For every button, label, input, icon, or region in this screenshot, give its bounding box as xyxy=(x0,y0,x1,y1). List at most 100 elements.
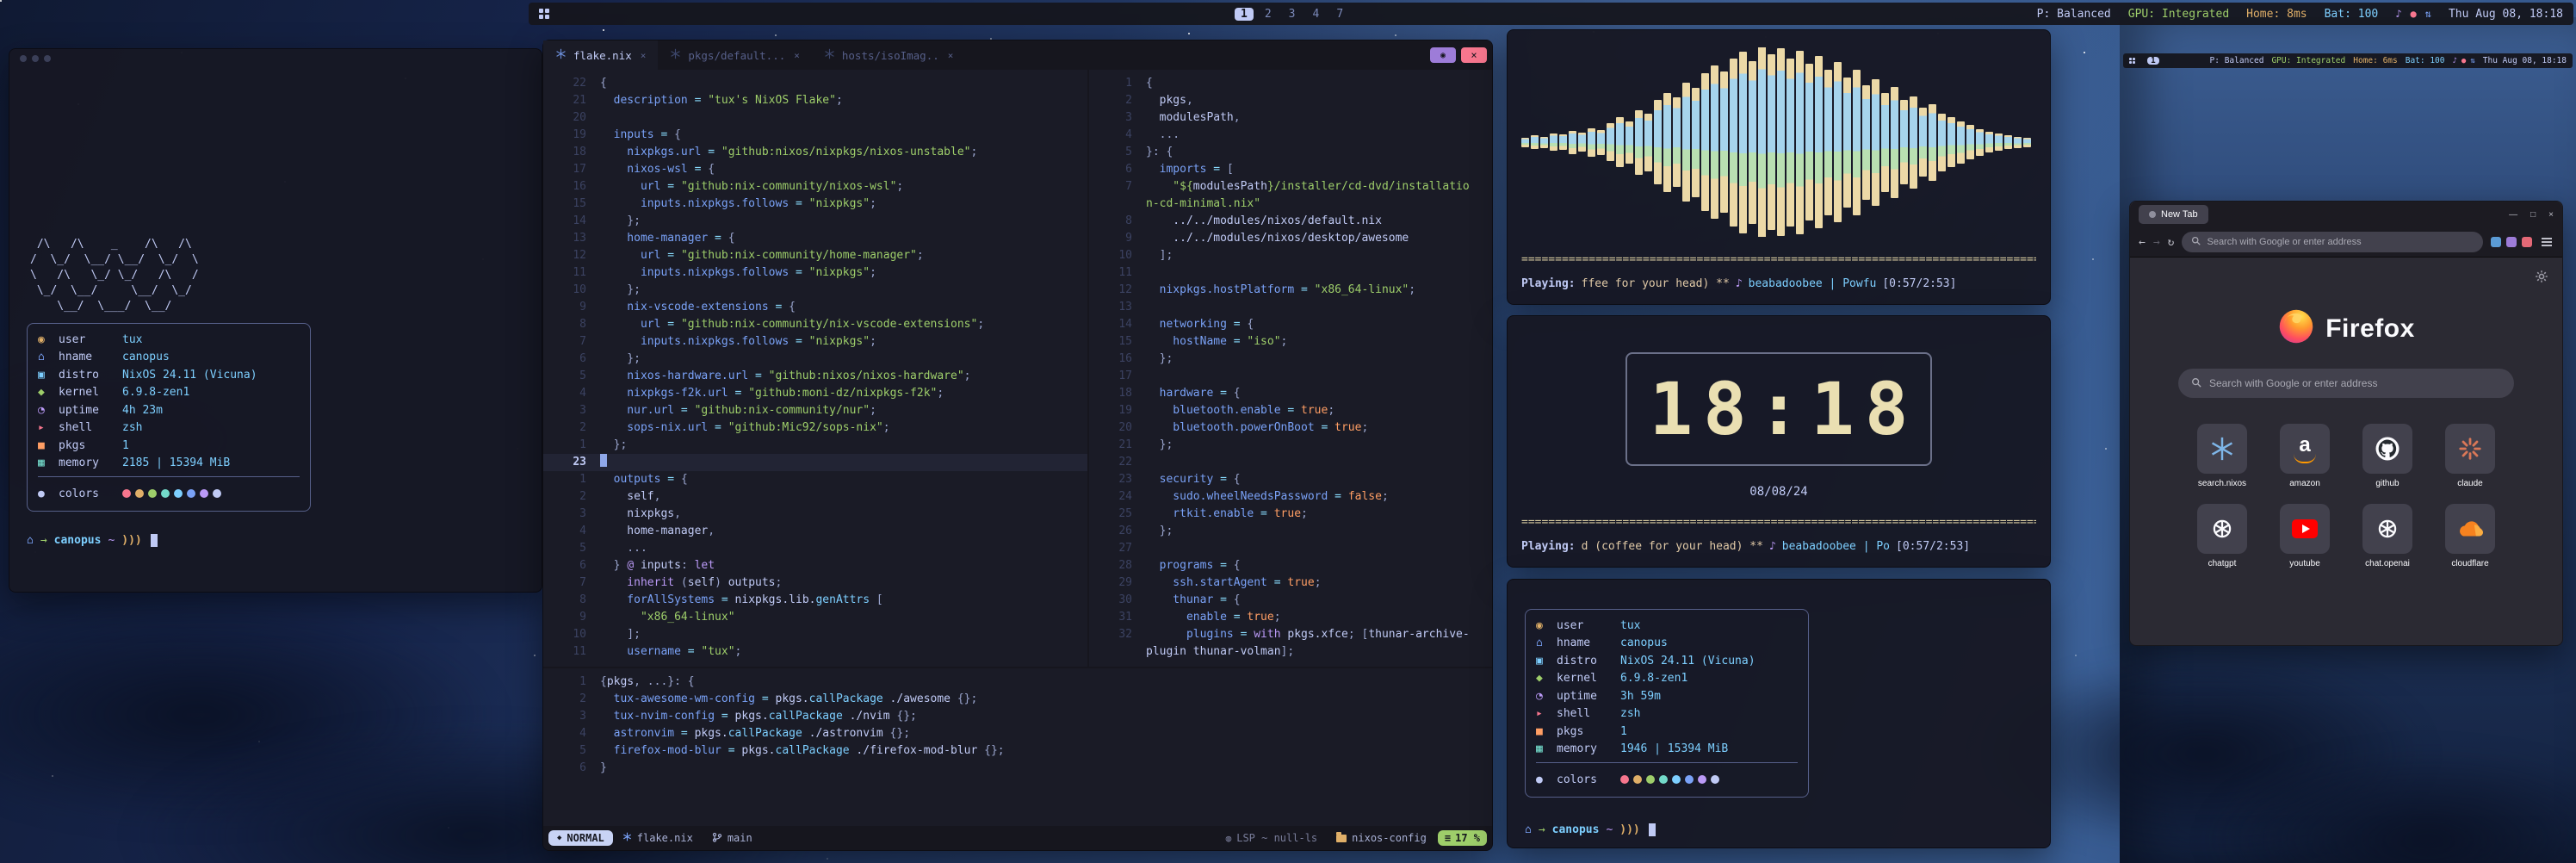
code-line: 8 forAllSystems = nixpkgs.lib.genAttrs [ xyxy=(543,592,1087,609)
visualizer-bar xyxy=(1805,64,1813,220)
network-icon[interactable]: ⇅ xyxy=(2470,57,2474,65)
lines-icon: ≡ xyxy=(1445,832,1451,844)
shortcut-claude[interactable]: claude xyxy=(2438,424,2502,488)
shortcut-search.nixos[interactable]: search.nixos xyxy=(2190,424,2254,488)
shortcut-cloudflare[interactable]: cloudflare xyxy=(2438,504,2502,568)
line-text: ]; xyxy=(600,626,641,643)
tab-label: pkgs/default... xyxy=(688,49,785,62)
color-dot xyxy=(161,489,170,498)
fetch-label: uptime xyxy=(1557,690,1620,703)
workspace-tag-1[interactable]: 1 xyxy=(2147,57,2159,65)
shell-prompt[interactable]: ⌂→canopus~))) xyxy=(27,534,524,547)
visualizer-bar xyxy=(1569,131,1576,154)
workspace-tag-2[interactable]: 2 xyxy=(1259,8,1278,21)
workspace-tag-4[interactable]: 4 xyxy=(1306,8,1325,21)
gear-icon[interactable] xyxy=(2535,270,2548,288)
fetch-value: zsh xyxy=(1620,707,1640,720)
line-text: nur.url = "github:nix-community/nur"; xyxy=(600,402,876,419)
tab-title: New Tab xyxy=(2161,209,2198,220)
shortcut-chatgpt[interactable]: chatgpt xyxy=(2190,504,2254,568)
window-control-dot[interactable] xyxy=(44,55,51,62)
tab-hosts-isoimage[interactable]: hosts/isoImag.. × xyxy=(812,40,966,70)
fetch-row-pkgs: ■pkgs1 xyxy=(1536,723,1798,741)
launcher-icon[interactable] xyxy=(539,9,549,19)
search-icon xyxy=(2191,236,2201,248)
visualizer-bar xyxy=(1919,108,1927,177)
bar-widgets: P: Balanced GPU: Integrated Home: 6ms Ba… xyxy=(2210,56,2567,65)
forward-icon[interactable]: → xyxy=(2153,236,2160,249)
line-number: 10 xyxy=(543,282,600,299)
close-icon[interactable]: × xyxy=(2548,210,2554,220)
prompt-chevrons: ))) xyxy=(1619,823,1639,836)
network-icon[interactable]: ⇅ xyxy=(2425,8,2431,20)
menu-icon[interactable] xyxy=(2540,236,2554,248)
song-title: d (coffee for your head) ** xyxy=(1582,540,1763,553)
search-input[interactable]: Search with Google or enter address xyxy=(2178,369,2514,398)
shortcut-chat.openai[interactable]: chat.openai xyxy=(2356,504,2419,568)
line-text: }; xyxy=(600,213,641,230)
close-window-button[interactable]: × xyxy=(1461,47,1487,63)
shell-prompt[interactable]: ⌂→canopus~))) xyxy=(1525,823,2033,836)
line-text: }; xyxy=(600,282,641,299)
clock-widget[interactable]: Thu Aug 08, 18:18 xyxy=(2483,56,2567,65)
code-line: 16 }; xyxy=(1089,351,1492,368)
code-line: n-cd-minimal.nix" xyxy=(1089,196,1492,213)
browser-tab[interactable]: New Tab xyxy=(2139,205,2208,224)
line-number: 5 xyxy=(1089,144,1146,161)
line-text: n-cd-minimal.nix" xyxy=(1146,196,1260,213)
record-icon[interactable]: ● xyxy=(2410,8,2416,20)
visualizer-bar xyxy=(1947,117,1955,167)
fetch-row-kernel: ◆kernel6.9.8-zen1 xyxy=(1536,670,1798,688)
tab-flake-nix[interactable]: flake.nix × xyxy=(543,40,658,70)
line-number: 1 xyxy=(1089,75,1146,92)
kernel-icon: ◆ xyxy=(38,386,59,399)
line-text: }; xyxy=(600,351,641,368)
buffer-iso-config[interactable]: 1{2 pkgs,3 modulesPath,4 ...5}: {6 impor… xyxy=(1089,70,1492,667)
music-icon[interactable]: ♪ xyxy=(2395,8,2401,20)
buffer-flake-nix[interactable]: 22{21 description = "tux's NixOS Flake";… xyxy=(543,70,1087,667)
launcher-icon[interactable] xyxy=(2129,58,2135,64)
back-icon[interactable]: ← xyxy=(2139,236,2146,249)
extension-icon[interactable] xyxy=(2506,237,2517,247)
panel-toggle-button[interactable]: ◉ xyxy=(1430,47,1456,63)
shortcut-amazon[interactable]: aamazon xyxy=(2273,424,2337,488)
window-control-dot[interactable] xyxy=(32,55,39,62)
workspace-tag-7[interactable]: 7 xyxy=(1330,8,1349,21)
refresh-icon[interactable]: ↻ xyxy=(2168,236,2175,249)
line-text: "x86_64-linux" xyxy=(600,609,735,626)
minimize-icon[interactable]: — xyxy=(2509,210,2517,220)
shortcut-youtube[interactable]: youtube xyxy=(2273,504,2337,568)
shortcut-github[interactable]: github xyxy=(2356,424,2419,488)
workspace-tag-1[interactable]: 1 xyxy=(1235,8,1254,21)
maximize-icon[interactable]: □ xyxy=(2530,210,2536,220)
url-bar[interactable]: Search with Google or enter address xyxy=(2182,232,2483,252)
fetch-label: shell xyxy=(1557,707,1620,720)
shell-icon: ▸ xyxy=(38,421,59,434)
close-tab-icon[interactable]: × xyxy=(641,50,647,61)
code-line: 5 firefox-mod-blur = pkgs.callPackage ./… xyxy=(543,742,1492,760)
workspace-tag-3[interactable]: 3 xyxy=(1283,8,1302,21)
close-tab-icon[interactable]: × xyxy=(948,50,954,61)
tab-pkgs-default[interactable]: pkgs/default... × xyxy=(658,40,812,70)
music-icon[interactable]: ♪ xyxy=(2453,57,2457,65)
extension-icon[interactable] xyxy=(2522,237,2532,247)
fetch-row-colors: ●colors xyxy=(1536,762,1798,790)
code-line: 26 }; xyxy=(1089,523,1492,540)
color-dot xyxy=(1620,775,1629,784)
window-control-dot[interactable] xyxy=(20,55,27,62)
browser-titlebar[interactable]: New Tab — □ × xyxy=(2130,202,2562,227)
code-line: 18 nixpkgs.url = "github:nixos/nixpkgs/n… xyxy=(543,144,1087,161)
code-line: 2 self, xyxy=(543,488,1087,506)
terminal-titlebar[interactable] xyxy=(9,49,542,68)
code-line: 14 }; xyxy=(543,213,1087,230)
close-tab-icon[interactable]: × xyxy=(794,50,800,61)
record-icon[interactable]: ● xyxy=(2461,57,2466,65)
code-line: 1{pkgs, ...}: { xyxy=(543,674,1492,691)
visualizer-bar xyxy=(1730,59,1737,227)
line-number: 7 xyxy=(1089,178,1146,196)
buffer-pkgs-default[interactable]: 1{pkgs, ...}: {2 tux-awesome-wm-config =… xyxy=(543,668,1492,828)
code-line: 7 "${modulesPath}/installer/cd-dvd/insta… xyxy=(1089,178,1492,196)
clock-widget[interactable]: Thu Aug 08, 18:18 xyxy=(2449,8,2563,21)
extension-icon[interactable] xyxy=(2491,237,2501,247)
visualizer-bar xyxy=(1938,114,1946,171)
